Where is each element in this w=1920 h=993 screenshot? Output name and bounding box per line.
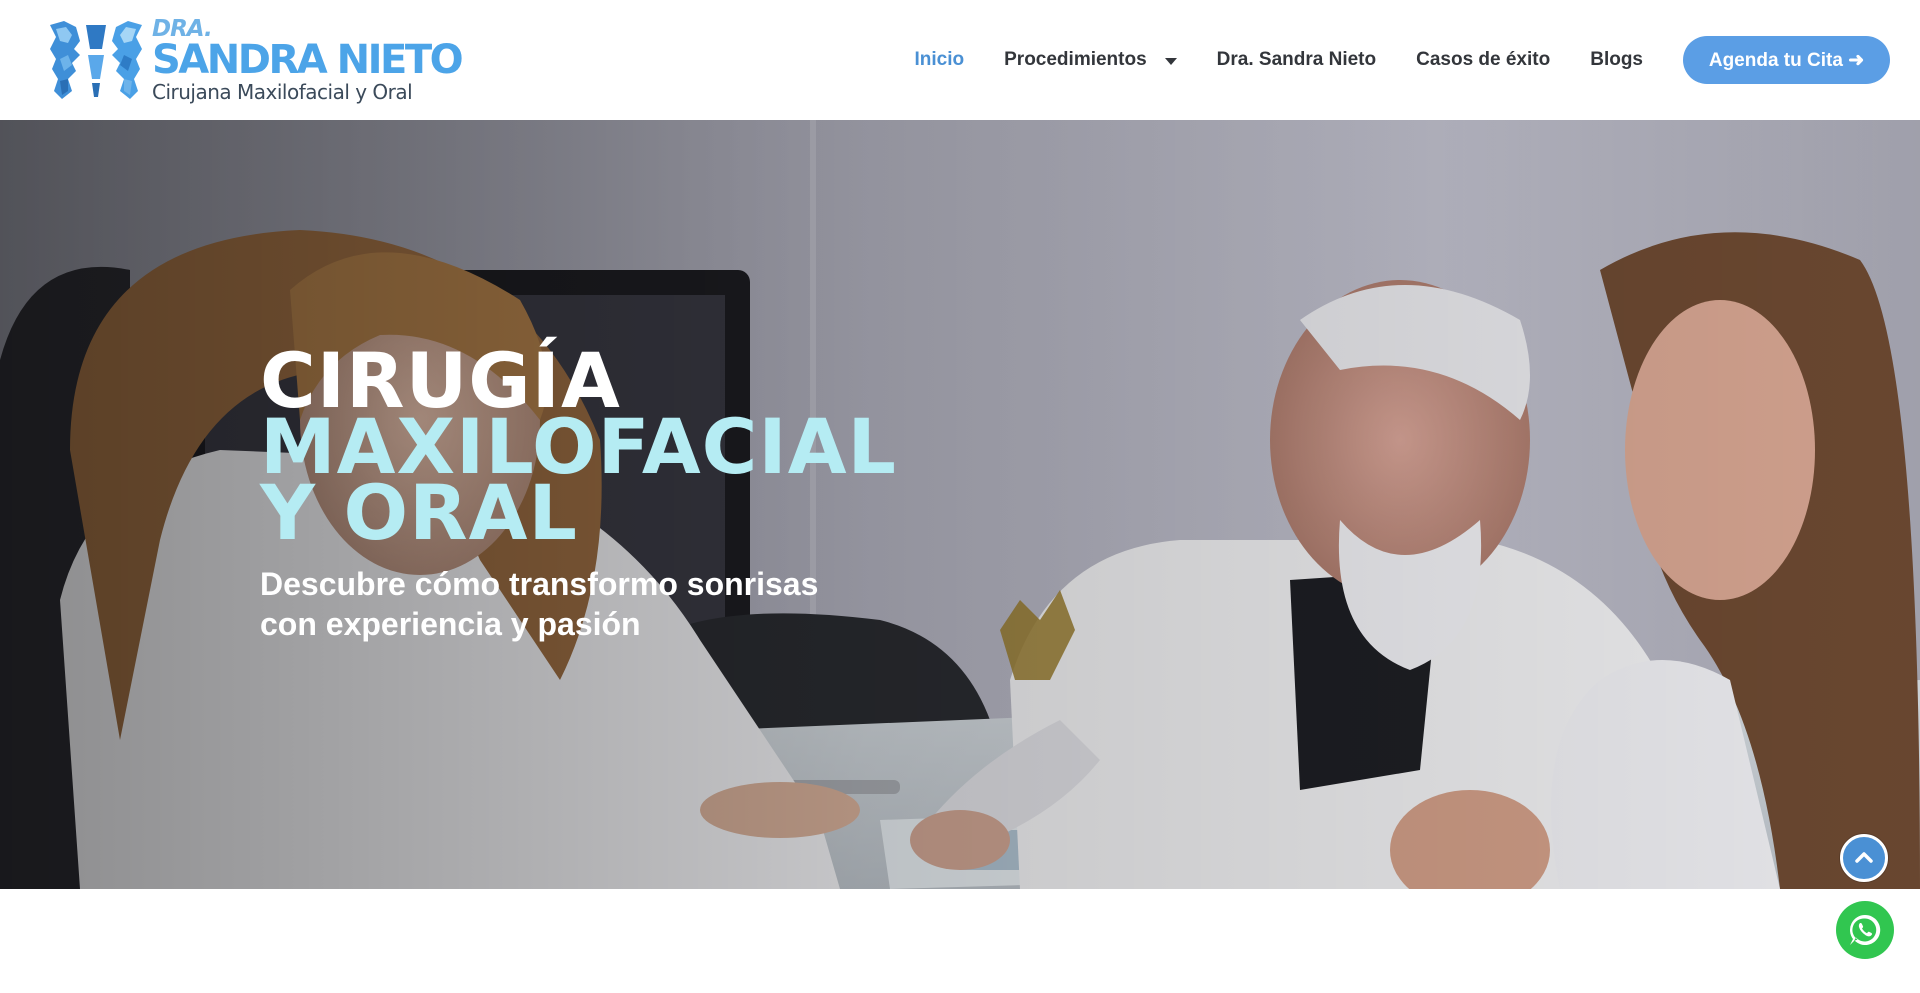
nav-item-blogs[interactable]: Blogs xyxy=(1590,49,1643,71)
hero-subtitle: Descubre cómo transformo sonrisas con ex… xyxy=(260,564,897,644)
logo-tagline: Cirujana Maxilofacial y Oral xyxy=(152,80,413,104)
site-header: DRA. SANDRA NIETO Cirujana Maxilofacial … xyxy=(0,0,1920,120)
main-nav: Inicio Procedimientos Dra. Sandra Nieto … xyxy=(875,36,1890,84)
chevron-down-icon[interactable] xyxy=(1164,57,1177,65)
logo-name: SANDRA NIETO xyxy=(152,37,464,83)
hero-subtitle-line-1: Descubre cómo transformo sonrisas xyxy=(260,566,819,602)
hero-section: CIRUGÍA MAXILOFACIAL Y ORAL Descubre cóm… xyxy=(0,120,1920,889)
nav-item-procedimientos-label: Procedimientos xyxy=(1004,49,1147,70)
hero-content: CIRUGÍA MAXILOFACIAL Y ORAL Descubre cóm… xyxy=(260,343,897,644)
whatsapp-icon xyxy=(1850,914,1881,945)
chevron-up-icon xyxy=(1855,852,1873,863)
agenda-cita-button[interactable]: Agenda tu Cita ➜ xyxy=(1683,36,1890,84)
logo-faces-icon xyxy=(50,21,142,99)
whatsapp-button[interactable] xyxy=(1836,901,1894,959)
scroll-to-top-button[interactable] xyxy=(1840,834,1888,882)
nav-item-procedimientos[interactable]: Procedimientos xyxy=(1004,49,1177,71)
nav-item-casos-de-exito[interactable]: Casos de éxito xyxy=(1416,49,1550,71)
hero-title: CIRUGÍA MAXILOFACIAL Y ORAL xyxy=(260,343,897,551)
hero-subtitle-line-2: con experiencia y pasión xyxy=(260,606,641,642)
nav-item-inicio[interactable]: Inicio xyxy=(915,49,965,71)
nav-item-dra-sandra-nieto[interactable]: Dra. Sandra Nieto xyxy=(1217,49,1376,71)
site-logo[interactable]: DRA. SANDRA NIETO Cirujana Maxilofacial … xyxy=(46,18,464,104)
